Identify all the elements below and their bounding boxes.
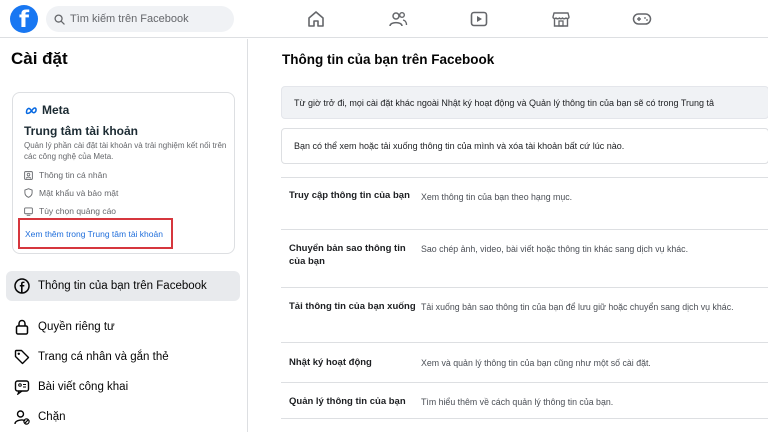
- option-label: Quản lý thông tin của bạn: [289, 396, 406, 407]
- accounts-center-notice: Từ giờ trở đi, mọi cài đặt khác ngoài Nh…: [281, 86, 768, 119]
- facebook-logo[interactable]: f: [10, 5, 38, 33]
- information-options-list: Truy cập thông tin của bạn Xem thông tin…: [281, 177, 768, 419]
- page-title: Thông tin của bạn trên Facebook: [282, 52, 495, 67]
- option-label: Chuyển bản sao thông tin của bạn: [289, 243, 406, 267]
- top-navigation-bar: f: [0, 0, 768, 38]
- info-box: Bạn có thể xem hoặc tải xuống thông tin …: [281, 128, 768, 164]
- accounts-center-card: Meta Trung tâm tài khoản Quản lý phần cà…: [12, 92, 235, 254]
- sidebar-item-blocking[interactable]: Chặn: [6, 402, 240, 432]
- sidebar-item-label: Trang cá nhân và gắn thẻ: [38, 351, 169, 363]
- accounts-center-item-label: Tùy chọn quảng cáo: [39, 206, 117, 216]
- option-row-access-information[interactable]: Truy cập thông tin của bạn Xem thông tin…: [281, 177, 768, 229]
- option-label: Tải thông tin của bạn xuống: [289, 301, 416, 312]
- option-description: Xem và quản lý thông tin của bạn cũng nh…: [421, 358, 651, 368]
- accounts-center-item-password-security[interactable]: Mật khẩu và bảo mật: [24, 186, 118, 200]
- sidebar-item-privacy[interactable]: Quyền riêng tư: [6, 312, 240, 342]
- notice-text: Từ giờ trở đi, mọi cài đặt khác ngoài Nh…: [294, 97, 715, 108]
- option-row-manage-information[interactable]: Quản lý thông tin của bạn Tìm hiểu thêm …: [281, 382, 768, 419]
- facebook-logo-letter: f: [19, 7, 30, 33]
- sidebar-item-public-posts[interactable]: Bài viết công khai: [6, 372, 240, 402]
- gaming-icon[interactable]: [632, 9, 652, 29]
- settings-title: Cài đặt: [11, 49, 68, 68]
- settings-sidebar: Cài đặt Meta Trung tâm tài khoản Quản lý…: [0, 39, 248, 432]
- search-icon: [54, 13, 65, 25]
- settings-content: Thông tin của bạn trên Facebook Từ giờ t…: [249, 39, 768, 432]
- option-label: Nhật ký hoạt động: [289, 357, 372, 368]
- marketplace-icon[interactable]: [551, 9, 571, 29]
- option-description: Xem thông tin của bạn theo hạng mục.: [421, 192, 573, 202]
- option-row-transfer-copy[interactable]: Chuyển bản sao thông tin của bạn Sao ché…: [281, 229, 768, 287]
- sidebar-item-label: Thông tin của bạn trên Facebook: [38, 280, 207, 292]
- home-icon[interactable]: [306, 9, 326, 29]
- option-description: Tải xuống bản sao thông tin của bạn để l…: [421, 302, 734, 312]
- sidebar-item-your-information[interactable]: Thông tin của bạn trên Facebook: [6, 271, 240, 301]
- tag-icon: [12, 347, 32, 367]
- sidebar-item-label: Quyền riêng tư: [38, 321, 115, 333]
- meta-brand: Meta: [25, 103, 69, 117]
- option-description: Sao chép ảnh, video, bài viết hoặc thông…: [421, 244, 689, 254]
- option-label: Truy cập thông tin của bạn: [289, 190, 410, 201]
- see-more-accounts-center-link[interactable]: Xem thêm trong Trung tâm tài khoản: [25, 229, 163, 239]
- public-post-icon: [12, 377, 32, 397]
- option-description: Tìm hiểu thêm về cách quản lý thông tin …: [421, 397, 614, 407]
- friends-icon[interactable]: [388, 9, 408, 29]
- facebook-circle-icon: [12, 276, 32, 296]
- settings-content-panel: Thông tin của bạn trên Facebook Từ giờ t…: [249, 39, 768, 432]
- accounts-center-item-personal-details[interactable]: Thông tin cá nhân: [24, 168, 107, 182]
- block-user-icon: [12, 407, 32, 427]
- sidebar-item-label: Bài viết công khai: [38, 381, 129, 393]
- option-row-activity-log[interactable]: Nhật ký hoạt động Xem và quản lý thông t…: [281, 342, 768, 382]
- accounts-center-item-label: Mật khẩu và bảo mật: [39, 188, 119, 198]
- accounts-center-item-ad-preferences[interactable]: Tùy chọn quảng cáo: [24, 204, 116, 218]
- lock-icon: [12, 317, 32, 337]
- accounts-center-link-highlight: Xem thêm trong Trung tâm tài khoản: [18, 218, 173, 249]
- meta-brand-text: Meta: [42, 103, 70, 117]
- accounts-center-title: Trung tâm tài khoản: [24, 124, 139, 138]
- info-text: Bạn có thể xem hoặc tải xuống thông tin …: [294, 141, 625, 151]
- sidebar-item-label: Chặn: [38, 411, 66, 423]
- personal-details-icon: [24, 170, 33, 180]
- shield-icon: [24, 188, 33, 198]
- accounts-center-item-label: Thông tin cá nhân: [39, 170, 108, 180]
- meta-logo-icon: [25, 106, 37, 114]
- watch-icon[interactable]: [469, 9, 489, 29]
- search-input[interactable]: [70, 13, 220, 25]
- accounts-center-description: Quản lý phần cài đặt tài khoản và trải n…: [24, 141, 227, 161]
- ad-preferences-icon: [24, 206, 33, 216]
- option-row-download-information[interactable]: Tải thông tin của bạn xuống Tải xuống bả…: [281, 287, 768, 342]
- sidebar-item-profile-tagging[interactable]: Trang cá nhân và gắn thẻ: [6, 342, 240, 372]
- search-box[interactable]: [46, 6, 234, 32]
